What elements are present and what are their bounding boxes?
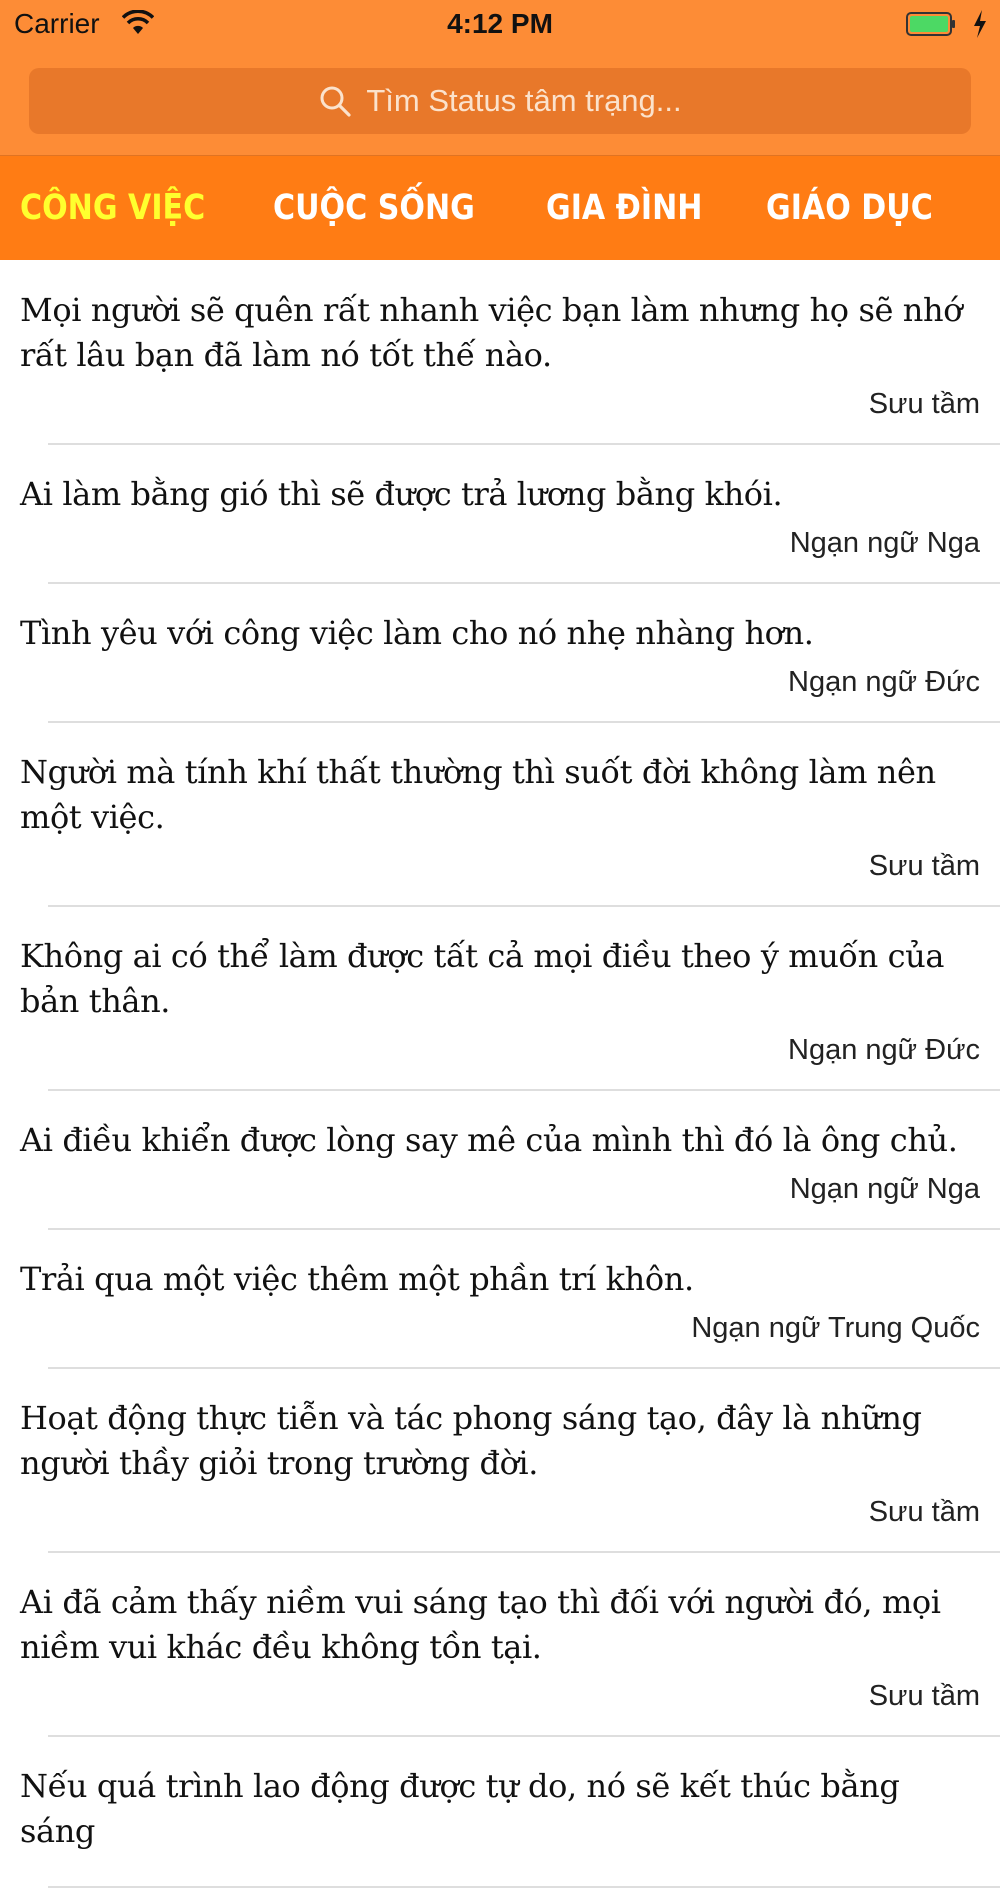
quote-text: Trải qua một việc thêm một phần trí khôn… xyxy=(20,1260,694,1298)
category-tabs[interactable]: CÔNG VIỆCCUỘC SỐNGGIA ĐÌNHGIÁO DỤCHÀI HƯ… xyxy=(0,156,1000,260)
tab-2[interactable]: GIA ĐÌNH xyxy=(546,188,702,228)
list-item[interactable]: Trải qua một việc thêm một phần trí khôn… xyxy=(0,1230,1000,1367)
quote-text: Nếu quá trình lao động được tự do, nó sẽ… xyxy=(20,1767,900,1850)
list-item[interactable]: Tình yêu với công việc làm cho nó nhẹ nh… xyxy=(0,584,1000,721)
quote-author: Sưu tầm xyxy=(868,1680,980,1712)
tab-0[interactable]: CÔNG VIỆC xyxy=(20,188,205,228)
list-item[interactable]: Ai đã cảm thấy niềm vui sáng tạo thì đối… xyxy=(0,1553,1000,1735)
quote-author: Ngạn ngữ Nga xyxy=(789,1173,980,1205)
tab-3[interactable]: GIÁO DỤC xyxy=(766,188,933,228)
quote-author: Ngạn ngữ Trung Quốc xyxy=(691,1312,980,1344)
quote-text: Hoạt động thực tiễn và tác phong sáng tạ… xyxy=(20,1399,922,1482)
status-bar: Carrier 4:12 PM xyxy=(0,0,1000,50)
list-item[interactable]: Nếu quá trình lao động được tự do, nó sẽ… xyxy=(0,1737,1000,1886)
quote-author: Ngạn ngữ Nga xyxy=(789,527,980,559)
list-item[interactable]: Mọi người sẽ quên rất nhanh việc bạn làm… xyxy=(0,261,1000,443)
quote-text: Ai điều khiển được lòng say mê của mình … xyxy=(20,1121,958,1159)
quote-text: Không ai có thể làm được tất cả mọi điều… xyxy=(20,937,944,1020)
screen: Carrier 4:12 PM Tìm Status tâm trạng... … xyxy=(0,0,1000,1888)
search-input[interactable]: Tìm Status tâm trạng... xyxy=(29,68,971,134)
search-bar: Tìm Status tâm trạng... xyxy=(0,50,1000,156)
charging-icon xyxy=(974,10,986,38)
list-item[interactable]: Hoạt động thực tiễn và tác phong sáng tạ… xyxy=(0,1369,1000,1551)
quote-text: Tình yêu với công việc làm cho nó nhẹ nh… xyxy=(20,614,814,652)
quote-list[interactable]: Mọi người sẽ quên rất nhanh việc bạn làm… xyxy=(0,261,1000,1888)
quote-author: Ngạn ngữ Đức xyxy=(788,1034,980,1066)
status-time: 4:12 PM xyxy=(447,8,553,39)
quote-author: Sưu tầm xyxy=(868,850,980,882)
quote-text: Ai đã cảm thấy niềm vui sáng tạo thì đối… xyxy=(20,1583,941,1666)
quote-author: Sưu tầm xyxy=(868,1496,980,1528)
quote-author: Ngạn ngữ Đức xyxy=(788,666,980,698)
quote-text: Mọi người sẽ quên rất nhanh việc bạn làm… xyxy=(20,291,963,374)
quote-author: Sưu tầm xyxy=(868,388,980,420)
search-placeholder: Tìm Status tâm trạng... xyxy=(366,83,682,118)
search-icon xyxy=(320,86,351,117)
list-item[interactable]: Ai làm bằng gió thì sẽ được trả lương bằ… xyxy=(0,445,1000,582)
quote-text: Ai làm bằng gió thì sẽ được trả lương bằ… xyxy=(20,475,783,513)
list-item[interactable]: Ai điều khiển được lòng say mê của mình … xyxy=(0,1091,1000,1228)
quote-text: Người mà tính khí thất thường thì suốt đ… xyxy=(20,753,936,836)
tab-1[interactable]: CUỘC SỐNG xyxy=(273,188,475,228)
tabs-track: CÔNG VIỆCCUỘC SỐNGGIA ĐÌNHGIÁO DỤCHÀI HƯ… xyxy=(20,156,1000,260)
list-item[interactable]: Người mà tính khí thất thường thì suốt đ… xyxy=(0,723,1000,905)
quote-author xyxy=(0,1854,1000,1886)
list-item[interactable]: Không ai có thể làm được tất cả mọi điều… xyxy=(0,907,1000,1089)
battery-icon xyxy=(906,12,955,36)
